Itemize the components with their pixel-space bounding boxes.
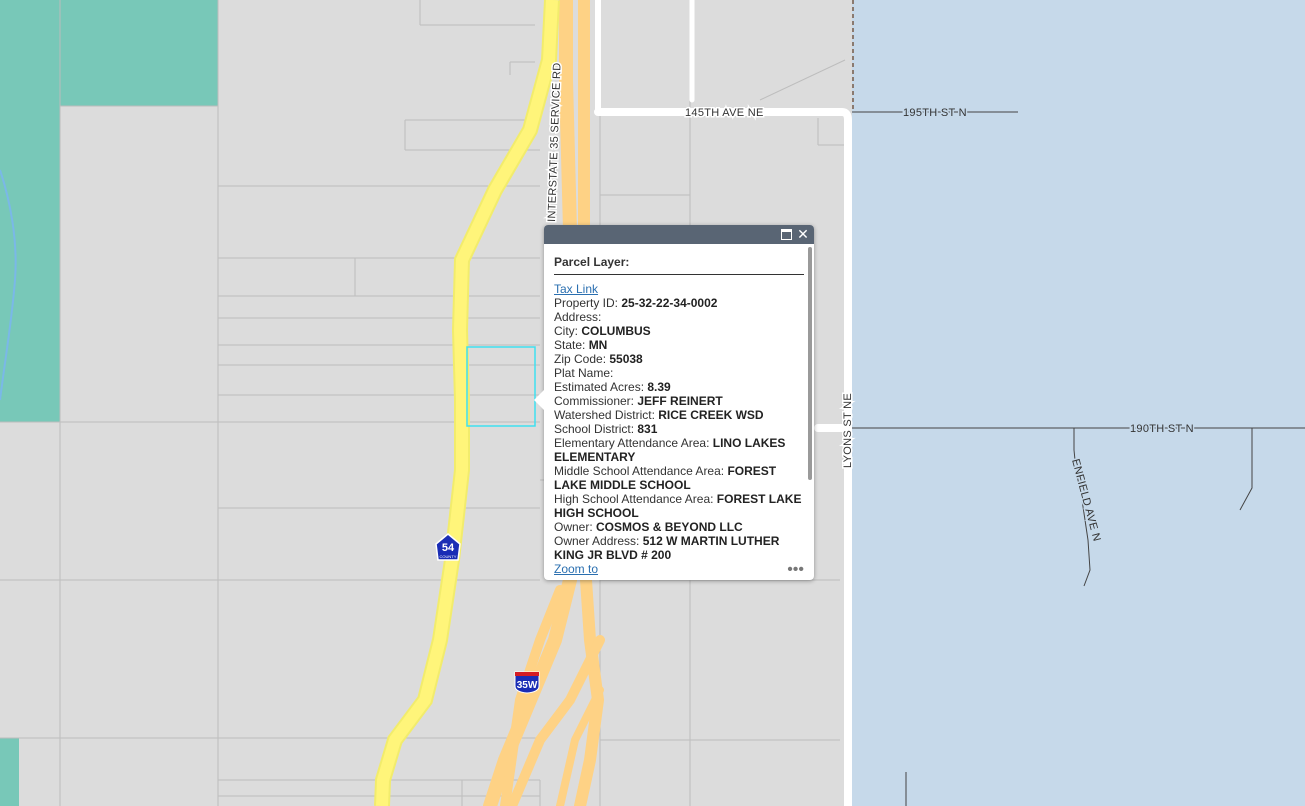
more-options-button[interactable]: ••• [787, 562, 804, 578]
popup-pointer [534, 390, 544, 410]
attribute-row: Zip Code: 55038 [554, 352, 804, 366]
popup-header: ✕ [544, 225, 814, 244]
attribute-value: 25-32-22-34-0002 [621, 296, 718, 310]
interstate-shield: 35W [514, 671, 540, 694]
attribute-label: Middle School Attendance Area: [554, 464, 728, 478]
attribute-label: Commissioner: [554, 394, 638, 408]
attribute-row: High School Attendance Area: FOREST LAKE… [554, 492, 804, 520]
attribute-row: State: MN [554, 338, 804, 352]
attribute-value: RICE CREEK WSD [658, 408, 764, 422]
popup-content[interactable]: Parcel Layer: Tax Link Property ID: 25-3… [554, 255, 804, 575]
close-icon: ✕ [797, 226, 809, 242]
attribute-label: Plat Name: [554, 366, 614, 380]
attribute-value: JEFF REINERT [637, 394, 723, 408]
attribute-label: Owner: [554, 520, 597, 534]
label-145th-ave-ne: 145TH AVE NE [685, 107, 764, 119]
attribute-value: COLUMBUS [581, 324, 651, 338]
attribute-row: Estimated Acres: 8.39 [554, 380, 804, 394]
attribute-value: 831 [637, 422, 658, 436]
attribute-row: Commissioner: JEFF REINERT [554, 394, 804, 408]
attribute-row: School District: 831 [554, 422, 804, 436]
lake-water [852, 0, 1305, 806]
popup-footer: Zoom to [554, 562, 804, 576]
label-lyons-st-ne: LYONS ST NE [842, 393, 854, 468]
attribute-label: State: [554, 338, 589, 352]
attribute-label: Watershed District: [554, 408, 659, 422]
attribute-list: Property ID: 25-32-22-34-0002 Address: Cit… [554, 296, 804, 562]
svg-text:54: 54 [442, 542, 455, 554]
attribute-label: City: [554, 324, 582, 338]
attribute-label: Elementary Attendance Area: [554, 436, 713, 450]
attribute-row: Watershed District: RICE CREEK WSD [554, 408, 804, 422]
attribute-row: Owner: COSMOS & BEYOND LLC [554, 520, 804, 534]
attribute-label: High School Attendance Area: [554, 492, 717, 506]
attribute-label: Owner Address: [554, 534, 643, 548]
maximize-button[interactable] [778, 226, 794, 242]
label-195th-st-n: 195TH ST N [903, 107, 967, 119]
attribute-value: COSMOS & BEYOND LLC [596, 520, 743, 534]
attribute-row: Owner Address: 512 W MARTIN LUTHER KING … [554, 534, 804, 562]
attribute-label: Estimated Acres: [554, 380, 648, 394]
attribute-label: School District: [554, 422, 638, 436]
popup-title: Parcel Layer: [554, 255, 804, 275]
parcel-popup: ✕ Parcel Layer: Tax Link Property ID: 25… [534, 225, 814, 580]
label-190th-st-n: 190TH ST N [1130, 423, 1194, 435]
more-icon: ••• [787, 561, 804, 578]
svg-text:35W: 35W [517, 680, 538, 691]
zoom-to-link[interactable]: Zoom to [554, 562, 598, 576]
attribute-row: Middle School Attendance Area: FOREST LA… [554, 464, 804, 492]
attribute-value: 55038 [609, 352, 643, 366]
attribute-row: Property ID: 25-32-22-34-0002 [554, 296, 804, 310]
maximize-icon [780, 229, 792, 240]
attribute-row: Elementary Attendance Area: LINO LAKES E… [554, 436, 804, 464]
popup-scrollbar[interactable] [808, 247, 812, 480]
attribute-row: City: COLUMBUS [554, 324, 804, 338]
attribute-label: Address: [554, 310, 602, 324]
close-button[interactable]: ✕ [795, 226, 811, 242]
tax-link[interactable]: Tax Link [554, 282, 598, 296]
attribute-label: Zip Code: [554, 352, 610, 366]
attribute-row: Address: [554, 310, 804, 324]
svg-text:COUNTY: COUNTY [440, 554, 457, 559]
attribute-value: MN [588, 338, 608, 352]
attribute-label: Property ID: [554, 296, 622, 310]
attribute-row: Plat Name: [554, 366, 804, 380]
attribute-value: 8.39 [647, 380, 671, 394]
